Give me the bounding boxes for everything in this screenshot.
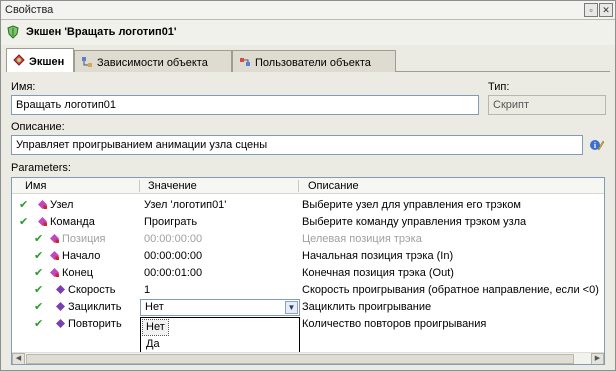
param-value: 00:00:00:00 bbox=[144, 233, 203, 245]
check-icon: ✔ bbox=[34, 318, 44, 330]
type-field: Скрипт bbox=[488, 95, 606, 115]
object-header: Экшен 'Вращать логотип01' bbox=[1, 20, 615, 45]
tab-bar: Экшен Зависимости объекта Пользователи о… bbox=[6, 48, 610, 73]
minimize-icon[interactable]: ▫ bbox=[584, 3, 598, 17]
column-name[interactable]: Имя bbox=[25, 180, 46, 192]
type-label: Тип: bbox=[488, 81, 510, 93]
param-value: 00:00:01:00 bbox=[144, 267, 203, 279]
loop-select-value: Нет bbox=[145, 301, 164, 313]
parameter-icon bbox=[50, 268, 59, 277]
dropdown-option-yes[interactable]: Да bbox=[143, 337, 163, 352]
dropdown-option-no[interactable]: Нет bbox=[142, 319, 169, 336]
table-row[interactable]: ✔ Скорость 1 Скорость проигрывания (обра… bbox=[12, 282, 604, 299]
check-icon: ✔ bbox=[19, 216, 29, 228]
scroll-right-icon[interactable]: ▶ bbox=[591, 353, 604, 364]
parameters-grid: Имя Значение Описание ✔ Узел Узел 'логот… bbox=[11, 177, 605, 365]
param-name: Начало bbox=[62, 250, 101, 262]
title-bar: Свойства ▫ ✕ bbox=[1, 1, 615, 20]
param-name: Конец bbox=[62, 267, 94, 279]
info-pencil-icon[interactable]: i bbox=[589, 137, 605, 153]
check-icon: ✔ bbox=[34, 233, 44, 245]
param-name: Повторить bbox=[68, 318, 122, 330]
name-field[interactable]: Вращать логотип01 bbox=[11, 95, 479, 115]
param-description: Выберите команду управления трэком узла bbox=[302, 216, 527, 228]
scroll-left-icon[interactable]: ◀ bbox=[12, 353, 25, 364]
users-icon bbox=[240, 58, 250, 66]
check-icon: ✔ bbox=[34, 267, 44, 279]
check-icon: ✔ bbox=[34, 301, 44, 313]
parameter-icon bbox=[38, 200, 47, 209]
param-description: Выберите узел для управления его трэком bbox=[302, 199, 521, 211]
param-description: Целевая позиция трэка bbox=[302, 233, 422, 245]
parameter-icon bbox=[56, 319, 65, 328]
name-label: Имя: bbox=[11, 81, 36, 93]
grid-header: Имя Значение Описание bbox=[12, 178, 604, 194]
dependencies-icon bbox=[82, 57, 92, 67]
tab-users-label: Пользователи объекта bbox=[255, 57, 371, 69]
check-icon: ✔ bbox=[34, 284, 44, 296]
param-value: 1 bbox=[144, 284, 151, 296]
description-label: Описание: bbox=[11, 121, 65, 133]
description-field[interactable]: Управляет проигрыванием анимации узла сц… bbox=[11, 135, 583, 155]
chevron-down-icon[interactable]: ▼ bbox=[285, 301, 298, 314]
action-icon bbox=[13, 54, 25, 66]
param-value: 00:00:00:00 bbox=[144, 250, 203, 262]
column-description[interactable]: Описание bbox=[308, 180, 359, 192]
loop-select[interactable]: Нет ▼ bbox=[140, 299, 300, 316]
table-row[interactable]: ✔ Начало 00:00:00:00 Начальная позиция т… bbox=[12, 248, 604, 265]
table-row[interactable]: ✔ Позиция 00:00:00:00 Целевая позиция тр… bbox=[12, 231, 604, 248]
properties-window: Свойства ▫ ✕ Экшен 'Вращать логотип01' Э… bbox=[0, 0, 616, 371]
check-icon: ✔ bbox=[19, 199, 29, 211]
close-icon[interactable]: ✕ bbox=[599, 3, 613, 17]
tab-users[interactable]: Пользователи объекта bbox=[232, 50, 396, 72]
param-name: Позиция bbox=[62, 233, 106, 245]
loop-dropdown-list: Нет Да bbox=[140, 317, 300, 354]
parameter-icon bbox=[50, 234, 59, 243]
parameters-label: Parameters: bbox=[11, 162, 71, 174]
tab-dependencies-label: Зависимости объекта bbox=[97, 57, 208, 69]
table-row[interactable]: ✔ Зациклить Нет ▼ Зациклить проигрывание bbox=[12, 299, 604, 316]
param-name: Зациклить bbox=[68, 301, 122, 313]
check-icon: ✔ bbox=[34, 250, 44, 262]
shield-icon bbox=[7, 25, 19, 39]
param-description: Скорость проигрывания (обратное направле… bbox=[302, 284, 599, 296]
table-row[interactable]: ✔ Конец 00:00:01:00 Конечная позиция трэ… bbox=[12, 265, 604, 282]
action-panel: Имя: Вращать логотип01 Тип: Скрипт Описа… bbox=[6, 72, 610, 368]
parameter-icon bbox=[56, 285, 65, 294]
param-value: Проиграть bbox=[144, 216, 198, 228]
param-description: Зациклить проигрывание bbox=[302, 301, 432, 313]
horizontal-scrollbar[interactable]: ◀ ▶ bbox=[12, 352, 604, 364]
param-name: Скорость bbox=[68, 284, 116, 296]
tab-action[interactable]: Экшен bbox=[6, 48, 74, 73]
tab-action-label: Экшен bbox=[29, 56, 65, 68]
param-description: Начальная позиция трэка (In) bbox=[302, 250, 454, 262]
param-description: Количество повторов проигрывания bbox=[302, 318, 487, 330]
param-name: Команда bbox=[50, 216, 95, 228]
parameter-icon bbox=[56, 302, 65, 311]
table-row[interactable]: ✔ Повторить Количество повторов проигрыв… bbox=[12, 316, 604, 333]
parameter-icon bbox=[50, 251, 59, 260]
param-value: Узел 'логотип01' bbox=[144, 199, 227, 211]
column-value[interactable]: Значение bbox=[148, 180, 197, 192]
param-description: Конечная позиция трэка (Out) bbox=[302, 267, 454, 279]
param-name: Узел bbox=[50, 199, 74, 211]
table-row[interactable]: ✔ Команда Проиграть Выберите команду упр… bbox=[12, 214, 604, 231]
table-row[interactable]: ✔ Узел Узел 'логотип01' Выберите узел дл… bbox=[12, 197, 604, 214]
window-title: Свойства bbox=[5, 4, 54, 16]
tab-dependencies[interactable]: Зависимости объекта bbox=[74, 50, 232, 72]
object-title: Экшен 'Вращать логотип01' bbox=[26, 26, 177, 38]
scroll-thumb[interactable] bbox=[26, 354, 574, 364]
parameter-icon bbox=[38, 217, 47, 226]
